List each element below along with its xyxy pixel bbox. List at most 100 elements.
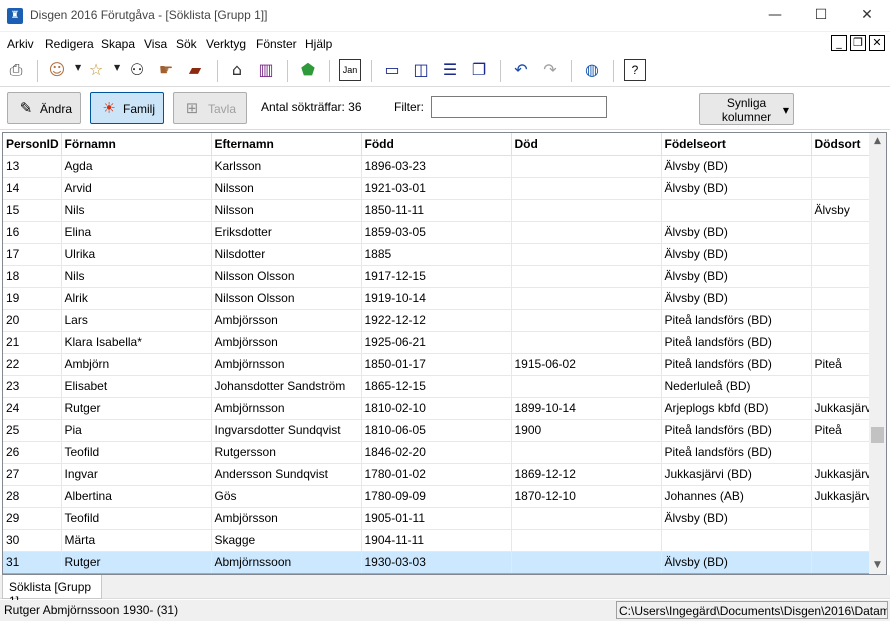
mdi-minimize-button[interactable]: _ bbox=[831, 35, 847, 51]
mdi-restore-button[interactable]: ❐ bbox=[850, 35, 866, 51]
scroll-thumb[interactable] bbox=[871, 427, 884, 443]
vertical-scrollbar[interactable]: ▲ ▼ bbox=[869, 133, 886, 574]
table-row[interactable]: 13 Agda Karlsson 1896-03-23 Älvsby (BD) bbox=[3, 155, 872, 178]
book-icon[interactable]: ▰ bbox=[184, 59, 206, 81]
table-row[interactable]: 28 Albertina Gös 1780-09-09 1870-12-10 Johann… bbox=[3, 485, 872, 508]
table-row[interactable]: 29 Teofild Ambjörsson 1905-01-11 Älvsby (BD) bbox=[3, 507, 872, 530]
table-cell: 20 bbox=[3, 309, 62, 332]
table-cell: Agda bbox=[61, 155, 212, 178]
app-icon[interactable]: ♜ bbox=[7, 8, 23, 24]
table-cell: 1905-01-11 bbox=[361, 507, 512, 530]
table-cell: Rutgersson bbox=[211, 441, 362, 464]
table-header-row: PersonID Förnamn Efternamn Född Död Födelseor… bbox=[3, 133, 872, 156]
table-row[interactable]: 19 Alrik Nilsson Olsson 1919-10-14 Älvsby (B… bbox=[3, 287, 872, 310]
globe-icon[interactable]: ◍ bbox=[581, 59, 603, 81]
table-cell: 1810-06-05 bbox=[361, 419, 512, 442]
toolbar-separator bbox=[37, 60, 38, 82]
calendar-icon[interactable]: Jan bbox=[339, 59, 361, 81]
table-cell bbox=[511, 177, 662, 200]
table-cell bbox=[811, 221, 872, 244]
menu-visa[interactable]: Visa bbox=[144, 37, 167, 51]
table-cell bbox=[811, 441, 872, 464]
table-cell: 1904-11-11 bbox=[361, 529, 512, 552]
column-header[interactable]: PersonID bbox=[3, 133, 62, 156]
table-cell: 26 bbox=[3, 441, 62, 464]
table-row[interactable]: 17 Ulrika Nilsdotter 1885 Älvsby (BD) bbox=[3, 243, 872, 266]
window-rows-icon[interactable]: ☰ bbox=[439, 59, 461, 81]
table-cell: 25 bbox=[3, 419, 62, 442]
table-cell: Nilsson Olsson bbox=[211, 287, 362, 310]
window-columns-icon[interactable]: ◫ bbox=[410, 59, 432, 81]
scroll-up-icon[interactable]: ▲ bbox=[869, 133, 886, 150]
map-icon[interactable]: ⬟ bbox=[297, 59, 319, 81]
menu-hjalp[interactable]: Hjälp bbox=[305, 37, 332, 51]
menu-fonster[interactable]: Fönster bbox=[256, 37, 297, 51]
books-icon[interactable]: ▥ bbox=[255, 59, 277, 81]
table-cell: Arvid bbox=[61, 177, 212, 200]
column-header[interactable]: Efternamn bbox=[211, 133, 362, 156]
redo-icon[interactable]: ↷ bbox=[539, 59, 561, 81]
mdi-close-button[interactable]: ✕ bbox=[869, 35, 885, 51]
table-cell: 15 bbox=[3, 199, 62, 222]
table-cell: 13 bbox=[3, 155, 62, 178]
edit-button[interactable]: ✎ Ändra bbox=[7, 92, 81, 124]
board-button[interactable]: ⊞ Tavla bbox=[173, 92, 247, 124]
hand-book-icon[interactable]: ☛ bbox=[155, 59, 177, 81]
table-row[interactable]: 26 Teofild Rutgersson 1846-02-20 Piteå lands… bbox=[3, 441, 872, 464]
table-row[interactable]: 16 Elina Eriksdotter 1859-03-05 Älvsby (BD) bbox=[3, 221, 872, 244]
chevron-down-icon[interactable]: ▼ bbox=[114, 63, 120, 72]
table-row[interactable]: 27 Ingvar Andersson Sundqvist 1780-01-02 186… bbox=[3, 463, 872, 486]
table-row[interactable]: 14 Arvid Nilsson 1921-03-01 Älvsby (BD) bbox=[3, 177, 872, 200]
column-header[interactable]: Födelseort bbox=[661, 133, 812, 156]
printer-icon[interactable]: ⎙ bbox=[5, 59, 27, 81]
person-icon[interactable]: ☺ bbox=[46, 59, 68, 81]
table-cell: Arjeplogs kbfd (BD) bbox=[661, 397, 812, 420]
table-cell: 17 bbox=[3, 243, 62, 266]
table-row[interactable]: 21 Klara Isabella* Ambjörsson 1925-06-21 Pit… bbox=[3, 331, 872, 354]
scroll-down-icon[interactable]: ▼ bbox=[869, 557, 886, 574]
family-button[interactable]: ☀ Familj bbox=[90, 92, 164, 124]
minimize-button[interactable]: — bbox=[752, 0, 798, 30]
window-cascade-icon[interactable]: ❐ bbox=[468, 59, 490, 81]
menu-redigera[interactable]: Redigera bbox=[45, 37, 94, 51]
menu-sok[interactable]: Sök bbox=[176, 37, 197, 51]
table-row[interactable]: 20 Lars Ambjörsson 1922-12-12 Piteå landsför… bbox=[3, 309, 872, 332]
column-header[interactable]: Född bbox=[361, 133, 512, 156]
undo-icon[interactable]: ↶ bbox=[510, 59, 532, 81]
table-row[interactable]: 31 Rutger Abmjörnssoon 1930-03-03 Älvsby (BD… bbox=[3, 550, 872, 574]
tab-soklista[interactable]: Söklista [Grupp 1] bbox=[2, 575, 102, 608]
table-row[interactable]: 18 Nils Nilsson Olsson 1917-12-15 Älvsby (BD… bbox=[3, 265, 872, 288]
menu-arkiv[interactable]: Arkiv bbox=[7, 37, 34, 51]
table-row[interactable]: 15 Nils Nilsson 1850-11-11 Älvsby bbox=[3, 199, 872, 222]
table-row[interactable]: 24 Rutger Ambjörnsson 1810-02-10 1899-10-14 A… bbox=[3, 397, 872, 420]
close-button[interactable]: ✕ bbox=[844, 0, 890, 30]
table-cell: 31 bbox=[3, 550, 62, 574]
home-icon[interactable]: ⌂ bbox=[226, 59, 248, 81]
table-row[interactable]: 23 Elisabet Johansdotter Sandström 1865-12-… bbox=[3, 375, 872, 398]
table-row[interactable]: 25 Pia Ingvarsdotter Sundqvist 1810-06-05 19… bbox=[3, 419, 872, 442]
status-selected-person: Rutger Abmjörnssoon 1930- (31) bbox=[4, 603, 179, 617]
window-single-icon[interactable]: ▭ bbox=[381, 59, 403, 81]
table-cell: Jukkasjärv bbox=[811, 463, 872, 486]
table-cell: Ambjörn bbox=[61, 353, 212, 376]
menu-verktyg[interactable]: Verktyg bbox=[206, 37, 246, 51]
person-search-icon[interactable]: ☆ bbox=[85, 59, 107, 81]
table-cell: 1930-03-03 bbox=[361, 550, 512, 574]
visible-columns-button[interactable]: Synliga kolumner ▼ bbox=[699, 93, 794, 125]
binoculars-icon[interactable]: ⚇ bbox=[126, 59, 148, 81]
table-cell: 1915-06-02 bbox=[511, 353, 662, 376]
help-icon[interactable]: ? bbox=[624, 59, 646, 81]
menu-skapa[interactable]: Skapa bbox=[101, 37, 135, 51]
table-cell bbox=[811, 331, 872, 354]
table-row[interactable]: 22 Ambjörn Ambjörnsson 1850-01-17 1915-06-02… bbox=[3, 353, 872, 376]
column-header[interactable]: Död bbox=[511, 133, 662, 156]
search-results-grid[interactable]: PersonID Förnamn Efternamn Född Död Födelseor… bbox=[2, 132, 887, 575]
column-header[interactable]: Förnamn bbox=[61, 133, 212, 156]
table-row[interactable]: 30 Märta Skagge 1904-11-11 bbox=[3, 529, 872, 552]
table-cell bbox=[511, 529, 662, 552]
column-header[interactable]: Dödsort bbox=[811, 133, 872, 156]
maximize-button[interactable]: ☐ bbox=[798, 0, 844, 30]
table-cell: 1869-12-12 bbox=[511, 463, 662, 486]
chevron-down-icon[interactable]: ▼ bbox=[75, 63, 81, 72]
filter-input[interactable] bbox=[431, 96, 607, 118]
